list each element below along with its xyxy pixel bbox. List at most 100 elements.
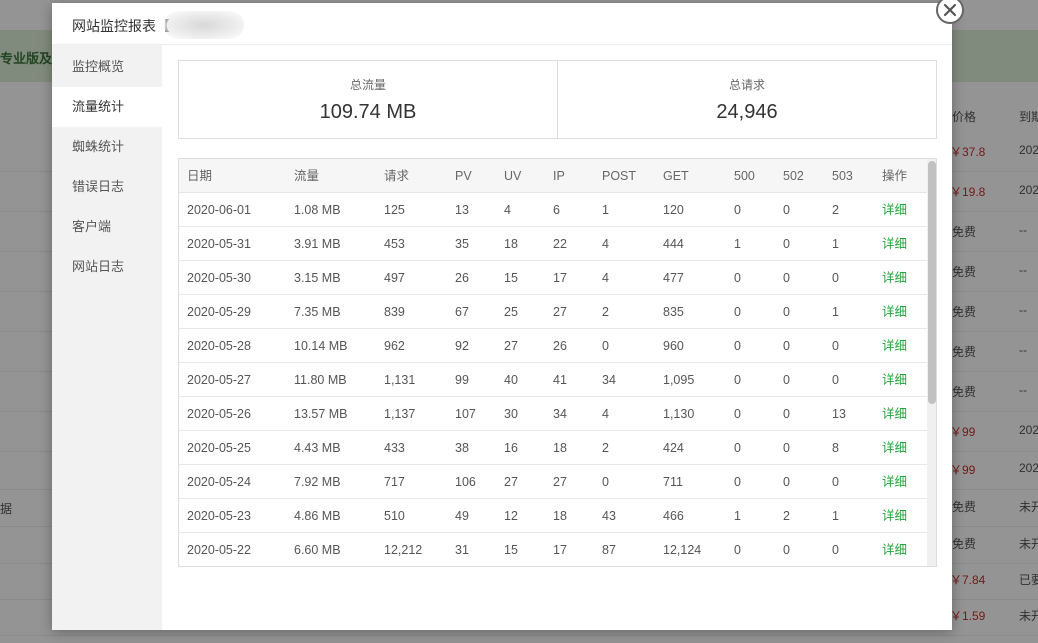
cell-traffic: 1.08 MB	[294, 203, 341, 217]
header-get: GET	[663, 169, 689, 183]
cell-date: 2020-05-24	[187, 475, 251, 489]
cell-requests: 1,131	[384, 373, 416, 387]
cell-date: 2020-05-22	[187, 543, 251, 557]
header-uv: UV	[504, 169, 522, 183]
sidebar-item-site-log[interactable]: 网站日志	[52, 247, 162, 287]
cell-500: 1	[734, 509, 741, 523]
cell-500: 0	[734, 373, 741, 387]
cell-get: 477	[663, 271, 684, 285]
cell-ip: 27	[553, 475, 567, 489]
table-row: 2020-05-28 10.14 MB 962 92 27 26 0 960 0 0 0 详细	[179, 329, 929, 363]
detail-link[interactable]: 详细	[882, 193, 907, 227]
cell-requests: 497	[384, 271, 405, 285]
table-row: 2020-05-22 6.60 MB 12,212 31 15 17 87 12,124 0 0 0…	[179, 533, 929, 566]
detail-link[interactable]: 详细	[882, 261, 907, 295]
detail-link[interactable]: 详细	[882, 499, 907, 533]
cell-503: 8	[832, 441, 839, 455]
cell-date: 2020-05-29	[187, 305, 251, 319]
cell-post: 2	[602, 441, 609, 455]
cell-date: 2020-05-26	[187, 407, 251, 421]
detail-link[interactable]: 详细	[882, 431, 907, 465]
cell-uv: 4	[504, 203, 511, 217]
cell-503: 1	[832, 509, 839, 523]
sidebar-item-monitor-overview[interactable]: 监控概览	[52, 47, 162, 87]
cell-traffic: 10.14 MB	[294, 339, 348, 353]
detail-link[interactable]: 详细	[882, 295, 907, 329]
traffic-table[interactable]: 日期 流量 请求 PV UV IP POST GET 500 502 503 操作 2020-06-0…	[178, 158, 937, 567]
stat-total-requests-value: 24,946	[716, 101, 778, 123]
header-502: 502	[783, 169, 804, 183]
sidebar-item-client[interactable]: 客户端	[52, 207, 162, 247]
cell-503: 1	[832, 305, 839, 319]
sidebar-item-spider-stats[interactable]: 蜘蛛统计	[52, 127, 162, 167]
cell-pv: 31	[455, 543, 469, 557]
cell-503: 0	[832, 475, 839, 489]
site-monitor-modal: 网站监控报表【 监控概览 流量统计 蜘蛛统计 错误日志 客户端 网站日志 总流量…	[52, 0, 964, 630]
sidebar: 监控概览 流量统计 蜘蛛统计 错误日志 客户端 网站日志	[52, 45, 162, 630]
stat-total-requests: 总请求 24,946	[557, 61, 936, 138]
detail-link[interactable]: 详细	[882, 329, 907, 363]
table-scrollbar-thumb[interactable]	[928, 161, 936, 404]
cell-500: 0	[734, 407, 741, 421]
cell-post: 34	[602, 373, 616, 387]
cell-date: 2020-05-27	[187, 373, 251, 387]
detail-link[interactable]: 详细	[882, 397, 907, 431]
cell-post: 2	[602, 305, 609, 319]
cell-502: 0	[783, 543, 790, 557]
cell-traffic: 3.91 MB	[294, 237, 341, 251]
cell-502: 0	[783, 203, 790, 217]
detail-link[interactable]: 详细	[882, 465, 907, 499]
cell-requests: 12,212	[384, 543, 423, 557]
cell-requests: 717	[384, 475, 405, 489]
cell-503: 2	[832, 203, 839, 217]
cell-requests: 510	[384, 509, 405, 523]
detail-link[interactable]: 详细	[882, 227, 907, 261]
table-scrollbar[interactable]	[927, 159, 936, 566]
table-row: 2020-05-25 4.43 MB 433 38 16 18 2 424 0 0 8 详细	[179, 431, 929, 465]
cell-uv: 40	[504, 373, 518, 387]
cell-traffic: 7.35 MB	[294, 305, 341, 319]
cell-500: 0	[734, 271, 741, 285]
cell-ip: 17	[553, 271, 567, 285]
cell-503: 1	[832, 237, 839, 251]
cell-ip: 22	[553, 237, 567, 251]
header-503: 503	[832, 169, 853, 183]
cell-traffic: 7.92 MB	[294, 475, 341, 489]
cell-date: 2020-05-28	[187, 339, 251, 353]
table-row: 2020-05-24 7.92 MB 717 106 27 27 0 711 0 0 0 详细	[179, 465, 929, 499]
stat-total-traffic: 总流量 109.74 MB	[179, 61, 557, 138]
cell-get: 1,095	[663, 373, 695, 387]
header-ip: IP	[553, 169, 565, 183]
cell-503: 0	[832, 543, 839, 557]
cell-post: 0	[602, 475, 609, 489]
header-date: 日期	[187, 169, 213, 183]
stats-summary: 总流量 109.74 MB 总请求 24,946	[178, 60, 937, 139]
sidebar-item-error-log[interactable]: 错误日志	[52, 167, 162, 207]
modal-header: 网站监控报表【	[52, 3, 952, 45]
table-row: 2020-05-29 7.35 MB 839 67 25 27 2 835 0 0 1 详细	[179, 295, 929, 329]
cell-pv: 106	[455, 475, 476, 489]
cell-pv: 107	[455, 407, 476, 421]
table-header: 日期 流量 请求 PV UV IP POST GET 500 502 503 操作	[179, 159, 936, 193]
cell-503: 13	[832, 407, 846, 421]
sidebar-item-traffic-stats[interactable]: 流量统计	[52, 87, 162, 127]
table-row: 2020-06-01 1.08 MB 125 13 4 6 1 120 0 0 2 详细	[179, 193, 929, 227]
close-icon	[943, 3, 957, 17]
cell-post: 87	[602, 543, 616, 557]
cell-post: 43	[602, 509, 616, 523]
cell-date: 2020-05-23	[187, 509, 251, 523]
cell-503: 0	[832, 373, 839, 387]
cell-post: 0	[602, 339, 609, 353]
table-row: 2020-05-26 13.57 MB 1,137 107 30 34 4 1,130 0 0 13…	[179, 397, 929, 431]
cell-500: 0	[734, 305, 741, 319]
cell-pv: 49	[455, 509, 469, 523]
cell-post: 4	[602, 237, 609, 251]
cell-pv: 13	[455, 203, 469, 217]
stat-total-requests-label: 总请求	[728, 78, 765, 92]
cell-uv: 27	[504, 339, 518, 353]
detail-link[interactable]: 详细	[882, 533, 907, 566]
cell-500: 0	[734, 475, 741, 489]
cell-requests: 962	[384, 339, 405, 353]
cell-ip: 41	[553, 373, 567, 387]
detail-link[interactable]: 详细	[882, 363, 907, 397]
